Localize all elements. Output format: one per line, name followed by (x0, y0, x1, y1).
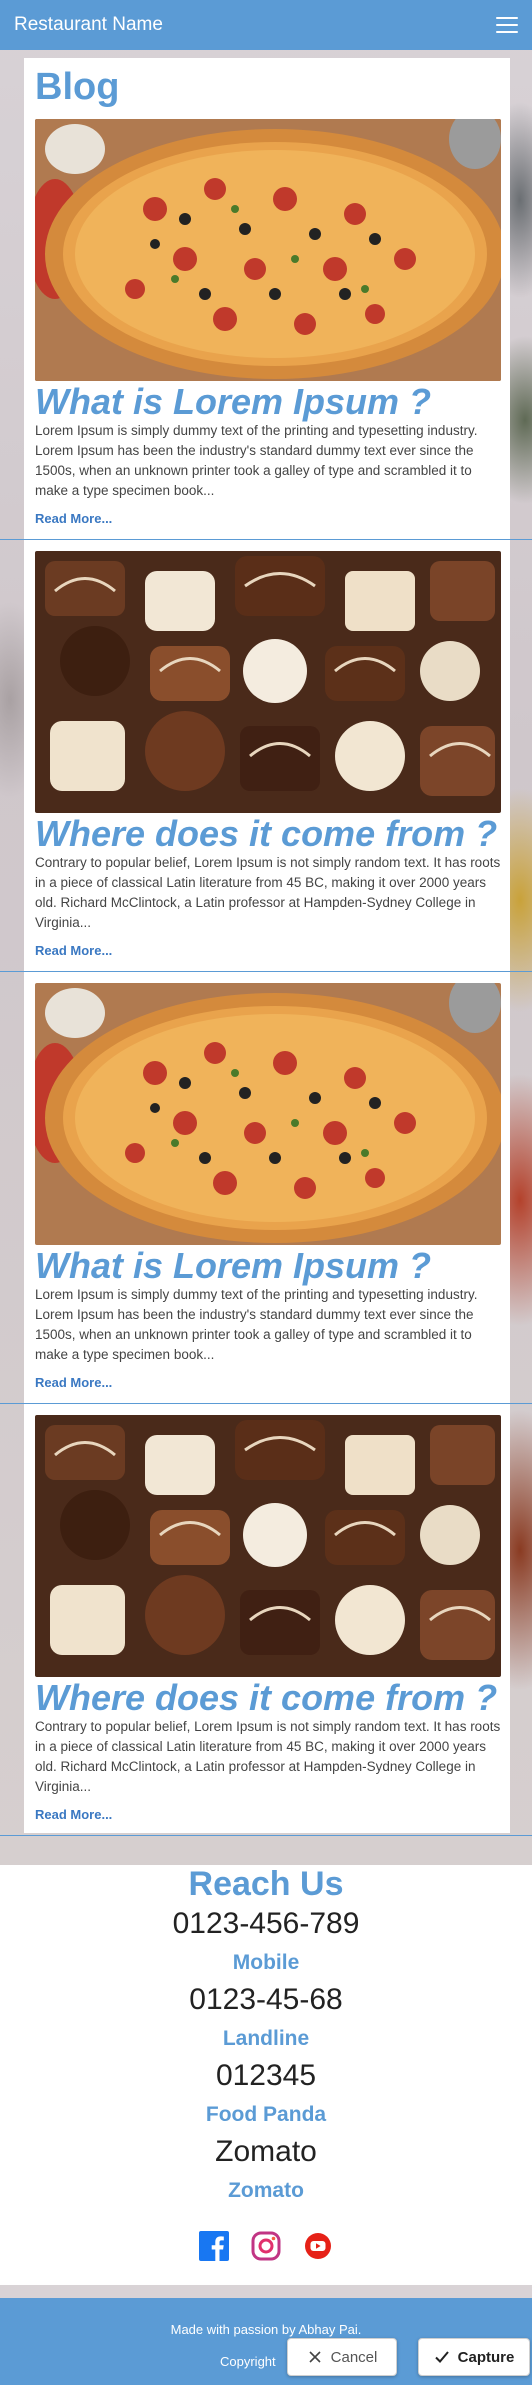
post-excerpt: Lorem Ipsum is simply dummy text of the … (35, 1287, 478, 1362)
social-links (0, 2231, 532, 2261)
blog-post: What is Lorem Ipsum ? Lorem Ipsum is sim… (0, 119, 532, 551)
cancel-button[interactable]: Cancel (287, 2338, 397, 2376)
brand-name[interactable]: Restaurant Name (14, 14, 163, 36)
post-divider (0, 539, 532, 540)
post-title: Where does it come from ? (35, 813, 498, 854)
close-icon (309, 2351, 321, 2363)
post-title: What is Lorem Ipsum ? (35, 381, 432, 422)
post-excerpt: Lorem Ipsum is simply dummy text of the … (35, 423, 478, 498)
post-excerpt: Contrary to popular belief, Lorem Ipsum … (35, 1719, 501, 1794)
capture-label: Capture (457, 2348, 515, 2366)
menu-icon[interactable] (496, 17, 518, 33)
mobile-number[interactable]: 0123-456-789 (0, 1907, 532, 1941)
landline-label: Landline (222, 2027, 310, 2050)
checkmark-icon (434, 2351, 449, 2363)
youtube-icon[interactable] (303, 2231, 333, 2261)
blog-post: Where does it come from ? Contrary to po… (0, 1415, 532, 1847)
footer-copyright: Copyright (220, 2354, 276, 2369)
cancel-label: Cancel (330, 2348, 378, 2366)
navbar: Restaurant Name (0, 0, 532, 50)
post-title: Where does it come from ? (35, 1677, 498, 1718)
pizza-image (35, 119, 501, 381)
read-more-link[interactable]: Read More... (35, 1375, 112, 1390)
facebook-icon[interactable] (199, 2231, 229, 2261)
post-divider (0, 971, 532, 972)
footer-credit: Made with passion by Abhay Pai. (170, 2322, 362, 2337)
read-more-link[interactable]: Read More... (35, 943, 112, 958)
mobile-label: Mobile (232, 1951, 300, 1974)
post-divider (0, 1403, 532, 1404)
post-title: What is Lorem Ipsum ? (35, 1245, 432, 1286)
reach-us-section: Reach Us 0123-456-789 Mobile 0123-45-68 … (0, 1865, 532, 2285)
capture-button[interactable]: Capture (418, 2338, 530, 2376)
blog-title: Blog (35, 66, 120, 108)
read-more-link[interactable]: Read More... (35, 1807, 112, 1822)
reach-us-title: Reach Us (188, 1865, 344, 1903)
read-more-link[interactable]: Read More... (35, 511, 112, 526)
post-excerpt: Contrary to popular belief, Lorem Ipsum … (35, 855, 501, 930)
zomato-id[interactable]: Zomato (0, 2135, 532, 2169)
post-divider (0, 1835, 532, 1836)
blog-section: Blog What is Lorem Ipsum ? Lorem Ipsum i… (0, 58, 532, 1836)
zomato-label: Zomato (228, 2179, 304, 2202)
food-panda-label: Food Panda (205, 2103, 327, 2126)
landline-number[interactable]: 0123-45-68 (0, 1983, 532, 2017)
chocolates-image (35, 1415, 501, 1677)
blog-post: Where does it come from ? Contrary to po… (0, 551, 532, 983)
chocolates-image (35, 551, 501, 813)
blog-post: What is Lorem Ipsum ? Lorem Ipsum is sim… (0, 983, 532, 1415)
food-panda-id[interactable]: 012345 (0, 2059, 532, 2093)
pizza-image (35, 983, 501, 1245)
instagram-icon[interactable] (251, 2231, 281, 2261)
